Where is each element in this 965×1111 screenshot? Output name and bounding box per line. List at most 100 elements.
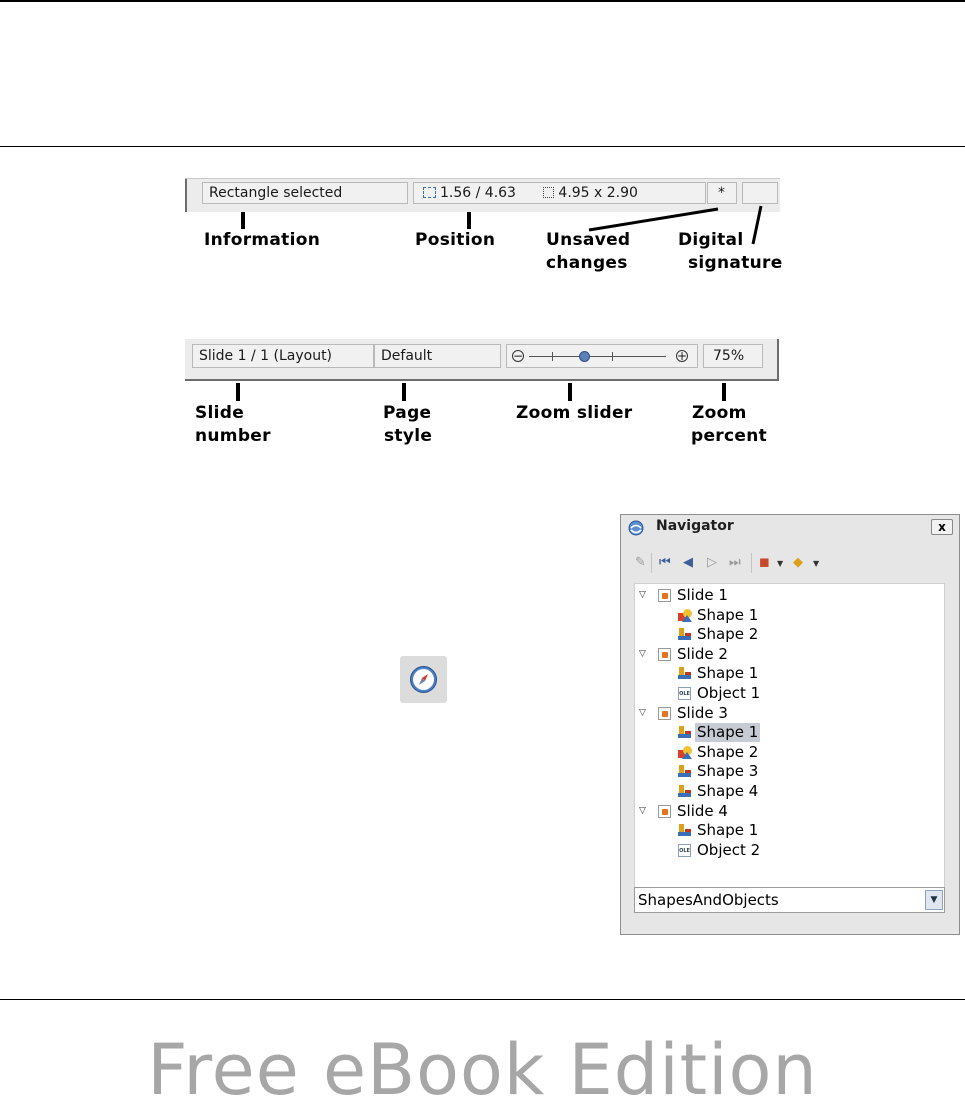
shapes-icon xyxy=(678,745,692,759)
zoom-slider-knob[interactable] xyxy=(579,351,590,362)
tree-object-item[interactable]: Shape 2 xyxy=(635,625,935,644)
slide-icon xyxy=(658,647,671,661)
header-rule xyxy=(0,0,965,2)
shapes-icon xyxy=(678,608,692,622)
drag-mode-dropdown-icon[interactable]: ▼ xyxy=(777,559,783,568)
expand-icon[interactable]: ▽ xyxy=(639,645,646,664)
page-style-callout-line1: Page xyxy=(383,403,432,423)
tree-object-item[interactable]: Shape 2 xyxy=(635,743,935,762)
header-bottom-rule xyxy=(0,146,965,147)
tree-item-label: Shape 4 xyxy=(697,782,759,800)
zoom-out-icon[interactable]: − xyxy=(512,350,524,362)
document-select-value: ShapesAndObjects xyxy=(638,891,779,909)
navigator-button[interactable] xyxy=(400,656,447,703)
zoom-tick-left xyxy=(552,352,553,361)
zoom-in-icon[interactable]: + xyxy=(676,350,688,362)
toolbar-separator xyxy=(651,553,652,573)
position-field: 1.56 / 4.63 4.95 x 2.90 xyxy=(413,182,706,204)
information-callout: Information xyxy=(204,230,321,250)
slide-number-callout-line1: Slide xyxy=(195,403,245,423)
size-value: 4.95 x 2.90 xyxy=(558,185,638,201)
signature-pointer xyxy=(751,205,763,245)
tree-item-label: Slide 3 xyxy=(677,703,728,722)
status-bar-edge-bottom xyxy=(185,379,779,381)
last-slide-icon[interactable]: ⏭ xyxy=(729,555,741,570)
tree-object-item[interactable]: Shape 1 xyxy=(635,821,935,840)
tree-item-label: Shape 2 xyxy=(697,625,759,644)
tree-object-item[interactable]: OLE Object 1 xyxy=(635,684,935,703)
zoom-slider-pointer xyxy=(568,383,572,401)
tree-object-item[interactable]: OLE Object 2 xyxy=(635,841,935,860)
tree-slide-item[interactable]: ▽ Slide 2 xyxy=(635,645,935,664)
shape-icon xyxy=(678,765,691,778)
page-style-field: Default xyxy=(374,344,501,368)
position-pointer xyxy=(467,212,471,229)
tree-object-item[interactable]: Shape 4 xyxy=(635,782,935,801)
ole-object-icon: OLE xyxy=(678,843,691,857)
tree-slide-item[interactable]: ▽ Slide 3 xyxy=(635,704,935,723)
app-icon xyxy=(628,520,644,536)
page-style-pointer xyxy=(402,383,406,401)
slide-number-callout-line2: number xyxy=(195,426,271,446)
digital-signature-field[interactable] xyxy=(742,182,778,204)
zoom-track[interactable] xyxy=(529,356,666,357)
tree-item-label: Shape 1 xyxy=(697,821,759,840)
drag-mode-icon[interactable]: ◼ xyxy=(759,555,770,570)
pencil-icon[interactable]: ✎ xyxy=(635,555,646,570)
first-slide-icon[interactable]: ⏮ xyxy=(659,555,671,570)
chevron-down-icon[interactable]: ▼ xyxy=(925,890,943,910)
position-value: 1.56 / 4.63 xyxy=(440,185,516,201)
compass-icon xyxy=(410,666,437,693)
position-callout: Position xyxy=(415,230,496,250)
status-bar-edge-right xyxy=(777,339,779,381)
unsaved-callout-line1: Unsaved xyxy=(546,230,631,250)
zoom-percent-callout-line2: percent xyxy=(691,426,768,446)
information-pointer xyxy=(241,212,245,229)
shape-icon xyxy=(678,824,691,837)
size-icon xyxy=(543,187,555,198)
tree-item-label: Slide 4 xyxy=(677,801,728,820)
tree-item-label: Slide 2 xyxy=(677,644,728,663)
page-style-callout-line2: style xyxy=(384,426,433,446)
document-select[interactable]: ShapesAndObjects ▼ xyxy=(634,887,945,913)
tree-item-label: Shape 1 xyxy=(697,605,759,624)
unsaved-callout-line2: changes xyxy=(546,253,628,273)
ole-object-icon: OLE xyxy=(678,687,691,700)
expand-icon[interactable]: ▽ xyxy=(639,704,646,723)
unsaved-changes-field[interactable]: * xyxy=(707,182,737,204)
show-shapes-icon[interactable]: ◆ xyxy=(793,555,803,570)
zoom-percent-pointer xyxy=(722,383,726,401)
navigator-title: Navigator xyxy=(656,518,734,534)
shape-icon xyxy=(678,726,691,739)
information-field: Rectangle selected xyxy=(202,182,408,204)
zoom-slider[interactable]: − + xyxy=(506,344,698,368)
navigator-toolbar: ✎ ⏮ ◀ ▷ ⏭ ◼ ▼ ◆ ▼ xyxy=(631,553,951,575)
navigator-tree[interactable]: ▽ Slide 1 Shape 1 Shape 2 ▽ Slide 2 Shape 1 OLE… xyxy=(634,583,945,892)
tree-slide-item[interactable]: ▽ Slide 4 xyxy=(635,802,935,821)
expand-icon[interactable]: ▽ xyxy=(639,586,646,605)
tree-object-item[interactable]: Shape 1 xyxy=(635,664,935,683)
slide-icon xyxy=(658,589,671,602)
shape-icon xyxy=(678,628,691,641)
tree-object-item[interactable]: Shape 3 xyxy=(635,762,935,781)
status-bar-bottom: Slide 1 / 1 (Layout) Default − + 75% xyxy=(185,339,779,381)
zoom-tick-right xyxy=(612,352,613,361)
tree-object-item[interactable]: Shape 1 xyxy=(635,606,935,625)
next-slide-icon[interactable]: ▷ xyxy=(707,555,717,570)
slide-number-field: Slide 1 / 1 (Layout) xyxy=(192,344,374,368)
previous-slide-icon[interactable]: ◀ xyxy=(683,555,693,570)
close-button[interactable]: x xyxy=(931,519,953,535)
show-shapes-dropdown-icon[interactable]: ▼ xyxy=(813,559,819,568)
tree-slide-item[interactable]: ▽ Slide 1 xyxy=(635,586,935,605)
zoom-percent-field[interactable]: 75% xyxy=(703,344,763,368)
navigator-titlebar[interactable]: Navigator x xyxy=(621,515,959,539)
slide-number-pointer xyxy=(236,383,240,401)
shape-icon xyxy=(678,785,691,798)
tree-object-item[interactable]: Shape 1 xyxy=(635,723,935,743)
tree-item-label: Shape 1 xyxy=(695,723,761,743)
tree-item-label: Shape 1 xyxy=(697,664,759,683)
shape-icon xyxy=(678,667,691,680)
tree-item-label: Slide 1 xyxy=(677,586,728,604)
expand-icon[interactable]: ▽ xyxy=(639,802,646,821)
status-bar-edge xyxy=(185,179,187,212)
